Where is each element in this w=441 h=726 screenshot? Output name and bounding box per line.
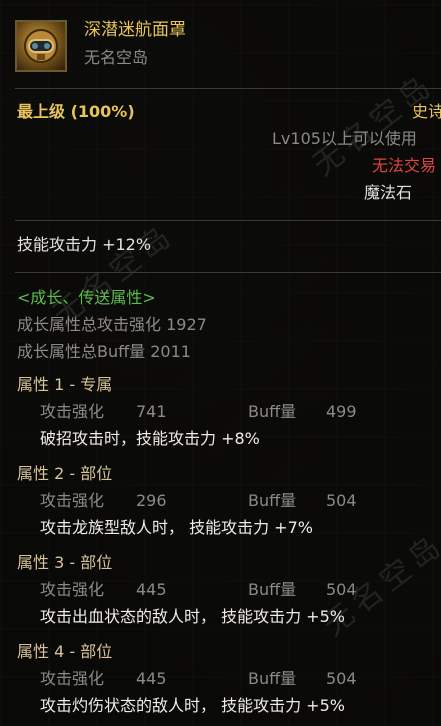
- attribute-attack-value: 445: [136, 669, 167, 688]
- attribute-attack-value: 741: [136, 402, 167, 421]
- attribute-effect: 破招攻击时，技能攻击力 +8%: [40, 429, 260, 448]
- attribute-buff-value: 499: [326, 402, 357, 421]
- attribute-attack-value: 445: [136, 580, 167, 599]
- item-name: 深潜迷航面罩: [84, 20, 186, 40]
- item-subtitle: 无名空岛: [84, 48, 149, 67]
- item-type: 魔法石: [364, 183, 413, 202]
- attribute-buff-label: Buff量: [248, 669, 297, 688]
- attribute-attack-label: 攻击强化: [40, 402, 105, 421]
- attribute-buff-label: Buff量: [248, 580, 297, 599]
- growth-total-attack: 成长属性总攻击强化 1927: [17, 315, 207, 334]
- attribute-title: 属性 1 - 专属: [17, 375, 113, 394]
- attribute-buff-value: 504: [326, 491, 357, 510]
- diving-mask-icon: [15, 20, 67, 72]
- growth-header: <成长、传送属性>: [17, 288, 156, 307]
- divider: [15, 88, 441, 89]
- item-rarity: 史诗: [412, 102, 441, 121]
- attribute-attack-label: 攻击强化: [40, 491, 105, 510]
- attribute-buff-label: Buff量: [248, 402, 297, 421]
- attribute-attack-value: 296: [136, 491, 167, 510]
- attribute-effect: 攻击龙族型敌人时， 技能攻击力 +7%: [40, 518, 313, 537]
- growth-total-buff: 成长属性总Buff量 2011: [17, 342, 191, 361]
- trade-status: 无法交易: [372, 156, 437, 175]
- skill-attack-stat: 技能攻击力 +12%: [17, 235, 152, 254]
- attribute-effect: 攻击出血状态的敌人时， 技能攻击力 +5%: [40, 607, 345, 626]
- item-grade: 最上级 (100%): [17, 102, 135, 121]
- attribute-attack-label: 攻击强化: [40, 580, 105, 599]
- attribute-effect: 攻击灼伤状态的敌人时， 技能攻击力 +5%: [40, 696, 345, 715]
- divider: [15, 272, 441, 273]
- attribute-title: 属性 3 - 部位: [17, 553, 113, 572]
- attribute-buff-label: Buff量: [248, 491, 297, 510]
- attribute-buff-value: 504: [326, 580, 357, 599]
- divider: [15, 220, 441, 221]
- level-requirement: Lv105以上可以使用: [272, 129, 417, 148]
- attribute-attack-label: 攻击强化: [40, 669, 105, 688]
- attribute-title: 属性 4 - 部位: [17, 642, 113, 661]
- attribute-buff-value: 504: [326, 669, 357, 688]
- attribute-title: 属性 2 - 部位: [17, 464, 113, 483]
